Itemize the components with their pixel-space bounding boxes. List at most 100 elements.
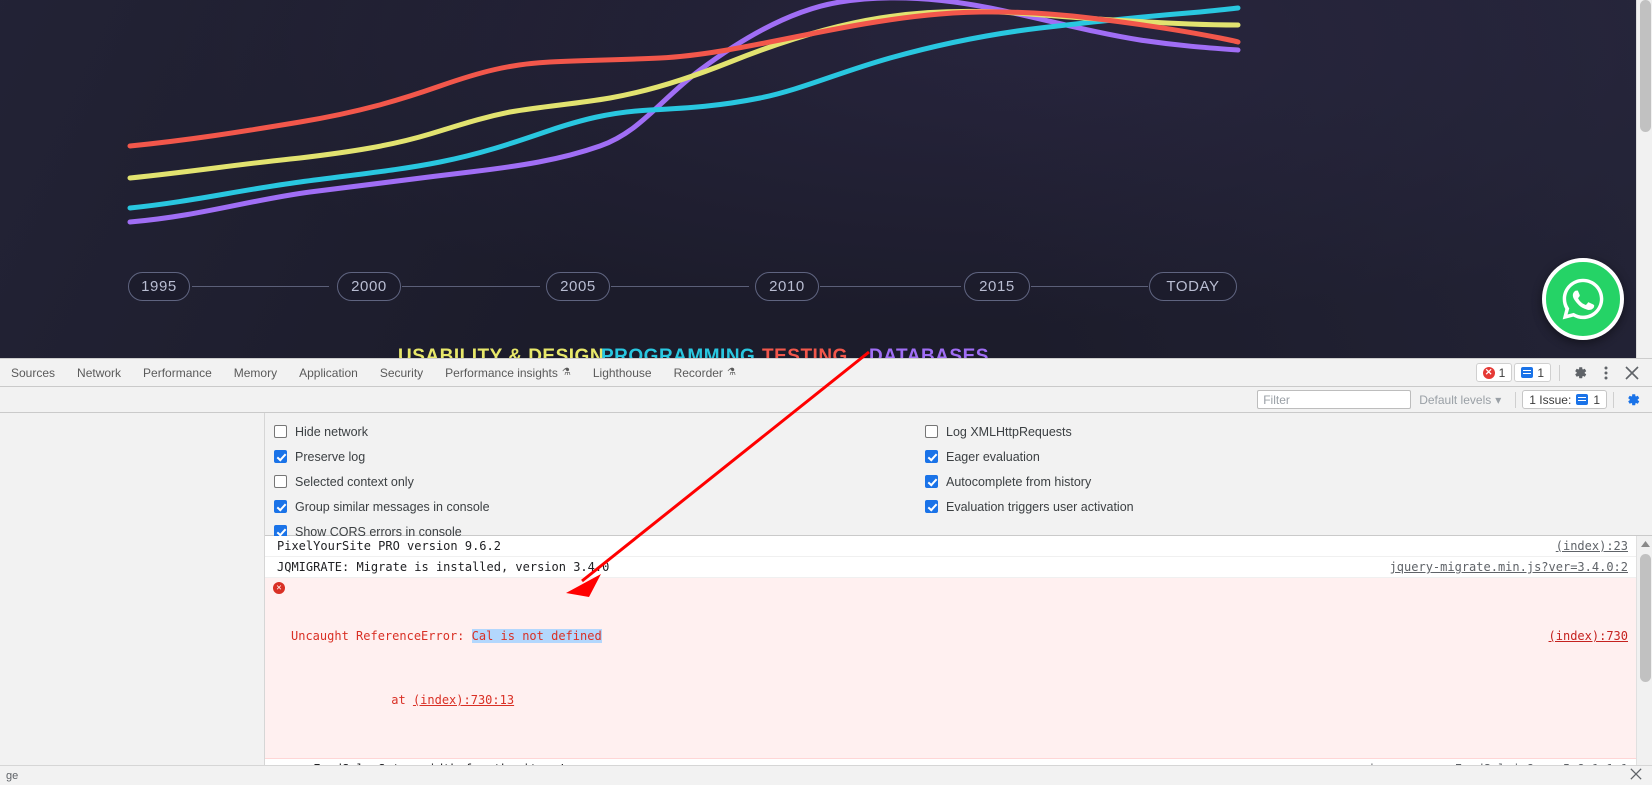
checkbox-unchecked-icon[interactable] bbox=[925, 425, 938, 438]
message-count-chip[interactable]: 1 bbox=[1514, 363, 1551, 382]
whatsapp-icon bbox=[1562, 278, 1604, 320]
timeline-marker-2000[interactable]: 2000 bbox=[337, 272, 401, 301]
checkbox-checked-icon[interactable] bbox=[925, 475, 938, 488]
page-scrollbar[interactable] bbox=[1636, 0, 1652, 375]
checkbox-checked-icon[interactable] bbox=[925, 500, 938, 513]
timeline-connector bbox=[820, 286, 961, 287]
tab-performance-insights[interactable]: Performance insights ⚗ bbox=[434, 359, 582, 386]
timeline-marker-today[interactable]: TODAY bbox=[1149, 272, 1237, 301]
series-line-usability bbox=[127, 8, 1241, 181]
timeline-connector bbox=[402, 286, 540, 287]
setting-label: Log XMLHttpRequests bbox=[946, 424, 1072, 439]
status-bar: ge bbox=[0, 765, 1652, 785]
setting-label: Group similar messages in console bbox=[295, 499, 490, 514]
log-level-label: Default levels bbox=[1419, 392, 1492, 407]
devtools-toolbar-right: ✕ 1 1 bbox=[1475, 359, 1652, 386]
setting-hide-network[interactable]: Hide network bbox=[274, 419, 490, 444]
timeline-axis: 1995 2000 2005 2010 2015 TODAY bbox=[0, 272, 1300, 302]
console-scrollbar-thumb[interactable] bbox=[1640, 554, 1651, 682]
message-count: 1 bbox=[1537, 365, 1544, 380]
experiment-icon: ⚗ bbox=[561, 366, 571, 378]
stack-at-label: at bbox=[391, 693, 413, 707]
series-line-programming bbox=[127, 5, 1241, 211]
error-count-chip[interactable]: ✕ 1 bbox=[1475, 363, 1513, 382]
setting-label: Preserve log bbox=[295, 449, 366, 464]
toolbar-divider bbox=[1559, 364, 1560, 381]
timeline-marker-1995[interactable]: 1995 bbox=[128, 272, 190, 301]
console-error-text: Uncaught ReferenceError: Cal is not defi… bbox=[291, 628, 1535, 644]
setting-evaluation-triggers-user-activation[interactable]: Evaluation triggers user activation bbox=[925, 494, 1134, 519]
checkbox-unchecked-icon[interactable] bbox=[274, 475, 287, 488]
console-filter-input[interactable] bbox=[1257, 390, 1412, 409]
timeline-connector bbox=[1031, 286, 1148, 287]
setting-label: Autocomplete from history bbox=[946, 474, 1092, 489]
devtools-panel: Sources Network Performance Memory Appli… bbox=[0, 358, 1652, 785]
setting-autocomplete-from-history[interactable]: Autocomplete from history bbox=[925, 469, 1134, 494]
issues-chip[interactable]: 1 Issue: 1 bbox=[1522, 390, 1607, 409]
setting-preserve-log[interactable]: Preserve log bbox=[274, 444, 490, 469]
log-level-select[interactable]: Default levels ▾ bbox=[1411, 393, 1509, 407]
error-selected-text: Cal is not defined bbox=[471, 629, 602, 643]
website-viewport: 1995 2000 2005 2010 2015 TODAY USABILITY… bbox=[0, 0, 1652, 375]
setting-eager-evaluation[interactable]: Eager evaluation bbox=[925, 444, 1134, 469]
console-message-row[interactable]: JQMIGRATE: Migrate is installed, version… bbox=[265, 557, 1636, 578]
setting-group-similar-messages[interactable]: Group similar messages in console bbox=[274, 494, 490, 519]
tab-label: Sources bbox=[11, 365, 56, 380]
checkbox-checked-icon[interactable] bbox=[925, 450, 938, 463]
devtools-tabbar: Sources Network Performance Memory Appli… bbox=[0, 359, 1652, 387]
experiment-icon: ⚗ bbox=[726, 366, 736, 378]
timeline-marker-2010[interactable]: 2010 bbox=[755, 272, 819, 301]
issues-label: 1 Issue: bbox=[1529, 392, 1572, 407]
console-message-row[interactable]: PixelYourSite PRO version 9.6.2 (index):… bbox=[265, 536, 1636, 557]
settings-left-column: Hide network Preserve log Selected conte… bbox=[274, 419, 490, 544]
setting-label: Eager evaluation bbox=[946, 449, 1040, 464]
close-icon[interactable] bbox=[1630, 768, 1646, 783]
tab-label: Recorder bbox=[673, 365, 723, 380]
tab-sources[interactable]: Sources bbox=[0, 359, 66, 386]
console-error-row[interactable]: ✕ Uncaught ReferenceError: Cal is not de… bbox=[265, 578, 1636, 759]
stack-frame-link[interactable]: (index):730:13 bbox=[413, 693, 514, 707]
console-source-link[interactable]: (index):730 bbox=[1535, 628, 1628, 644]
console-filter-controls: Default levels ▾ 1 Issue: 1 bbox=[1257, 390, 1652, 409]
checkbox-unchecked-icon[interactable] bbox=[274, 425, 287, 438]
checkbox-checked-icon[interactable] bbox=[274, 500, 287, 513]
setting-selected-context-only[interactable]: Selected context only bbox=[274, 469, 490, 494]
tab-security[interactable]: Security bbox=[369, 359, 434, 386]
tab-performance[interactable]: Performance bbox=[132, 359, 223, 386]
tab-network[interactable]: Network bbox=[66, 359, 132, 386]
settings-right-column: Log XMLHttpRequests Eager evaluation Aut… bbox=[925, 419, 1134, 519]
whatsapp-chat-button[interactable] bbox=[1542, 258, 1624, 340]
tab-label: Application bbox=[299, 365, 358, 380]
tab-lighthouse[interactable]: Lighthouse bbox=[582, 359, 663, 386]
error-prefix: Uncaught ReferenceError: bbox=[291, 629, 465, 643]
checkbox-checked-icon[interactable] bbox=[274, 450, 287, 463]
tab-label: Performance bbox=[143, 365, 212, 380]
console-message-text: JQMIGRATE: Migrate is installed, version… bbox=[277, 560, 610, 574]
error-icon: ✕ bbox=[273, 582, 285, 594]
timeline-marker-2015[interactable]: 2015 bbox=[964, 272, 1030, 301]
filterbar-divider bbox=[1515, 391, 1517, 408]
timeline-marker-2005[interactable]: 2005 bbox=[546, 272, 610, 301]
tab-application[interactable]: Application bbox=[288, 359, 369, 386]
console-settings-panel: Hide network Preserve log Selected conte… bbox=[0, 413, 1652, 539]
kebab-menu-icon[interactable] bbox=[1594, 362, 1618, 384]
page-scrollbar-thumb[interactable] bbox=[1640, 0, 1651, 132]
setting-log-xmlhttprequests[interactable]: Log XMLHttpRequests bbox=[925, 419, 1134, 444]
console-scrollbar[interactable] bbox=[1636, 536, 1652, 776]
tab-memory[interactable]: Memory bbox=[223, 359, 288, 386]
console-filter-bar: Default levels ▾ 1 Issue: 1 bbox=[0, 387, 1652, 413]
console-message-list: PixelYourSite PRO version 9.6.2 (index):… bbox=[265, 536, 1636, 776]
tab-label: Performance insights bbox=[445, 365, 558, 380]
setting-label: Hide network bbox=[295, 424, 368, 439]
console-sidebar-top bbox=[0, 413, 265, 536]
error-count: 1 bbox=[1498, 365, 1506, 380]
scroll-up-arrow-icon[interactable] bbox=[1637, 536, 1652, 552]
close-icon[interactable] bbox=[1620, 362, 1644, 384]
console-source-link[interactable]: (index):23 bbox=[1542, 538, 1628, 554]
tab-recorder[interactable]: Recorder ⚗ bbox=[663, 359, 747, 386]
timeline-connector bbox=[192, 286, 329, 287]
console-source-link[interactable]: jquery-migrate.min.js?ver=3.4.0:2 bbox=[1376, 559, 1628, 575]
console-settings-gear-icon[interactable] bbox=[1620, 392, 1646, 408]
issues-count: 1 bbox=[1593, 392, 1600, 407]
gear-icon[interactable] bbox=[1568, 362, 1592, 384]
